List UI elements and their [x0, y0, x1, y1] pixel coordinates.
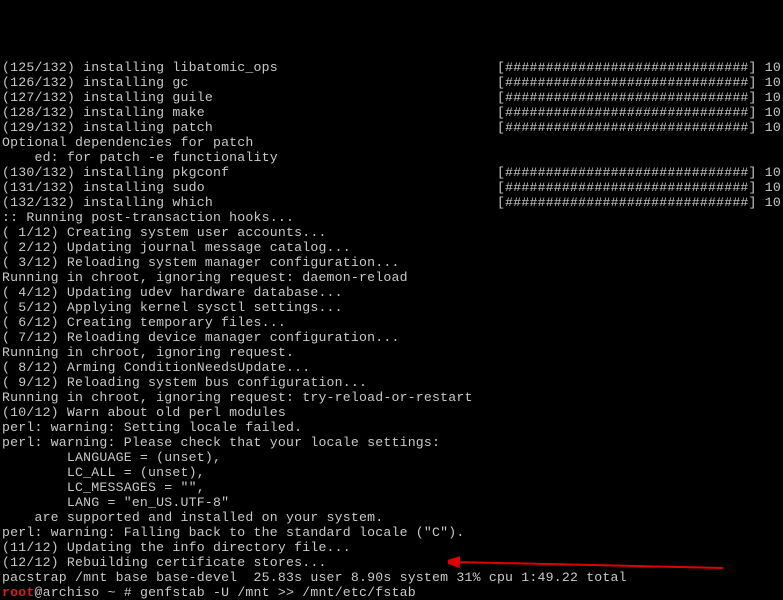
output-line: perl: warning: Please check that your lo…	[2, 435, 781, 450]
output-line: (11/12) Updating the info directory file…	[2, 540, 781, 555]
output-line: Running in chroot, ignoring request.	[2, 345, 781, 360]
install-line: (132/132) installing which[#############…	[2, 195, 781, 210]
output-line: (12/12) Rebuilding certificate stores...	[2, 555, 781, 570]
install-line: (130/132) installing pkgconf[###########…	[2, 165, 781, 180]
install-line: (128/132) installing make[##############…	[2, 105, 781, 120]
install-line: (131/132) installing sudo[##############…	[2, 180, 781, 195]
install-line: (129/132) installing patch[#############…	[2, 120, 781, 135]
output-line: perl: warning: Falling back to the stand…	[2, 525, 781, 540]
command-text: genfstab -U /mnt >> /mnt/etc/fstab	[132, 585, 416, 600]
output-line: ( 6/12) Creating temporary files...	[2, 315, 781, 330]
output-line: Running in chroot, ignoring request: try…	[2, 390, 781, 405]
output-line: ( 7/12) Reloading device manager configu…	[2, 330, 781, 345]
output-line: :: Running post-transaction hooks...	[2, 210, 781, 225]
output-line: ( 9/12) Reloading system bus configurati…	[2, 375, 781, 390]
output-line: ( 8/12) Arming ConditionNeedsUpdate...	[2, 360, 781, 375]
output-line: ( 4/12) Updating udev hardware database.…	[2, 285, 781, 300]
output-line: ( 3/12) Reloading system manager configu…	[2, 255, 781, 270]
output-line: perl: warning: Setting locale failed.	[2, 420, 781, 435]
install-line: (126/132) installing gc[################…	[2, 75, 781, 90]
output-line: ed: for patch -e functionality	[2, 150, 781, 165]
output-line: pacstrap /mnt base base-devel 25.83s use…	[2, 570, 781, 585]
output-line: LC_MESSAGES = "",	[2, 480, 781, 495]
output-line: (10/12) Warn about old perl modules	[2, 405, 781, 420]
output-line: ( 5/12) Applying kernel sysctl settings.…	[2, 300, 781, 315]
install-line: (127/132) installing guile[#############…	[2, 90, 781, 105]
output-line: ( 2/12) Updating journal message catalog…	[2, 240, 781, 255]
output-line: LC_ALL = (unset),	[2, 465, 781, 480]
output-line: Running in chroot, ignoring request: dae…	[2, 270, 781, 285]
prompt-host: @archiso ~ #	[34, 585, 131, 600]
prompt-line[interactable]: root@archiso ~ # genfstab -U /mnt >> /mn…	[2, 585, 781, 600]
output-line: ( 1/12) Creating system user accounts...	[2, 225, 781, 240]
output-line: LANG = "en_US.UTF-8"	[2, 495, 781, 510]
output-line: LANGUAGE = (unset),	[2, 450, 781, 465]
install-line: (125/132) installing libatomic_ops[#####…	[2, 60, 781, 75]
terminal-output[interactable]: (125/132) installing libatomic_ops[#####…	[0, 60, 783, 600]
prompt-user: root	[2, 585, 34, 600]
output-line: are supported and installed on your syst…	[2, 510, 781, 525]
output-line: Optional dependencies for patch	[2, 135, 781, 150]
